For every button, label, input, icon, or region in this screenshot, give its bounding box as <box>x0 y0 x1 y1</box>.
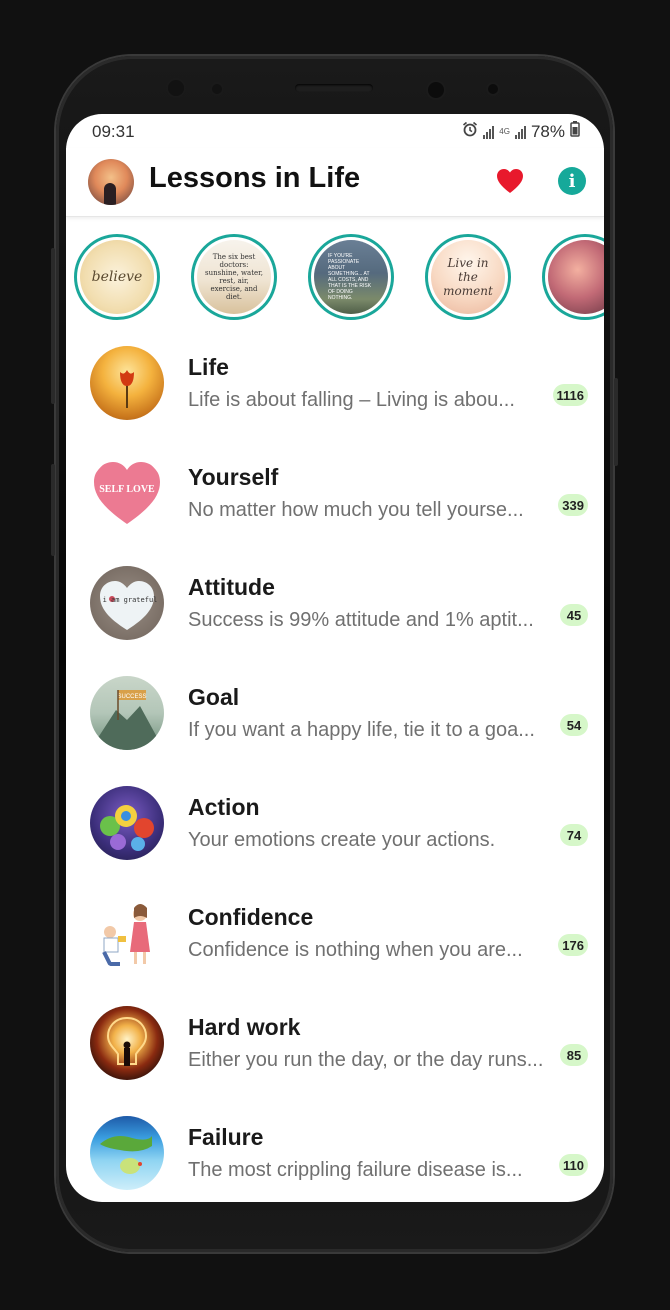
app-bar: Lessons in Life i <box>66 148 604 217</box>
category-quote: If you want a happy life, tie it to a go… <box>188 719 535 741</box>
story-item[interactable] <box>542 234 604 320</box>
network-type: 4G <box>499 126 510 136</box>
volume-button <box>51 248 55 404</box>
list-item[interactable]: Life Life is about falling – Living is a… <box>66 334 604 444</box>
list-item[interactable]: Action Your emotions create your actions… <box>66 774 604 884</box>
category-title: Action <box>188 794 260 820</box>
list-item[interactable]: Hard work Either you run the day, or the… <box>66 994 604 1104</box>
count-badge: 1116 <box>552 384 588 406</box>
category-title: Hard work <box>188 1014 301 1040</box>
count-badge: 54 <box>560 714 588 736</box>
app-title: Lessons in Life <box>149 162 361 194</box>
category-title: Failure <box>188 1124 264 1150</box>
earpiece-speaker <box>295 84 373 92</box>
category-title: Goal <box>188 684 240 710</box>
thumb-label: SUCCESS <box>117 694 146 700</box>
signal-icon <box>514 125 526 139</box>
category-thumbnail: i am grateful <box>90 566 164 640</box>
story-label: Live in the moment <box>443 256 493 298</box>
category-thumbnail <box>90 1116 164 1190</box>
category-quote: Your emotions create your actions. <box>188 829 496 851</box>
count-badge: 45 <box>560 604 588 626</box>
sensor-icon <box>168 80 184 96</box>
count-badge: 74 <box>560 824 588 846</box>
category-title: Life <box>188 354 229 380</box>
info-button[interactable]: i <box>558 167 586 195</box>
list-item[interactable]: Confidence Confidence is nothing when yo… <box>66 884 604 994</box>
stories-carousel[interactable]: believe The six best doctors: sunshine, … <box>66 224 604 324</box>
sensor-icon <box>488 84 498 94</box>
thumb-label: SELF LOVE <box>99 484 155 495</box>
story-label: believe <box>91 269 143 285</box>
app-logo <box>88 159 134 205</box>
category-quote: The most crippling failure disease is... <box>188 1159 523 1181</box>
story-item[interactable]: Live in the moment <box>425 234 511 320</box>
category-quote: Life is about falling – Living is abou..… <box>188 389 515 411</box>
bixby-button <box>51 464 55 556</box>
island-icon <box>100 1136 152 1174</box>
category-thumbnail: SELF LOVE <box>90 456 164 530</box>
lightbulb-icon <box>106 1016 148 1066</box>
category-quote: Confidence is nothing when you are... <box>188 939 523 961</box>
mountain-flag-icon: SUCCESS <box>90 690 164 750</box>
count-badge: 85 <box>560 1044 588 1066</box>
story-label: IF YOU'RE PASSIONATE ABOUT SOMETHING... … <box>328 253 372 301</box>
category-title: Yourself <box>188 464 279 490</box>
list-item[interactable]: SELF LOVE Yourself No matter how much yo… <box>66 444 604 554</box>
power-button <box>614 378 618 466</box>
category-title: Confidence <box>188 904 314 930</box>
story-label: The six best doctors: sunshine, water, r… <box>205 253 263 301</box>
story-item[interactable]: believe <box>74 234 160 320</box>
count-badge: 176 <box>558 934 588 956</box>
battery-icon <box>570 121 580 142</box>
story-item[interactable]: IF YOU'RE PASSIONATE ABOUT SOMETHING... … <box>308 234 394 320</box>
characters-icon <box>100 805 154 851</box>
thumb-label: i am grateful <box>103 596 158 604</box>
status-bar: 09:31 4G 78% <box>66 114 604 148</box>
count-badge: 110 <box>559 1154 588 1176</box>
category-thumbnail <box>90 786 164 860</box>
sensor-icon <box>212 84 222 94</box>
signal-icon <box>483 125 495 139</box>
proposal-couple-icon <box>102 904 150 966</box>
heart-tag-icon: i am grateful <box>100 581 158 630</box>
favorites-button[interactable] <box>494 165 526 197</box>
app-screen: 09:31 4G 78% Lessons in Life i believe T… <box>66 114 604 1202</box>
count-badge: 339 <box>558 494 588 516</box>
status-time: 09:31 <box>92 122 135 141</box>
front-camera-icon <box>428 82 444 98</box>
category-quote: No matter how much you tell yourse... <box>188 499 524 521</box>
category-title: Attitude <box>188 574 275 600</box>
list-item[interactable]: i am grateful Attitude Success is 99% at… <box>66 554 604 664</box>
category-thumbnail <box>90 896 164 970</box>
category-thumbnail <box>90 1006 164 1080</box>
category-quote: Success is 99% attitude and 1% aptit... <box>188 609 534 631</box>
tulip-icon <box>120 370 134 408</box>
list-item[interactable]: Failure The most crippling failure disea… <box>66 1104 604 1202</box>
alarm-icon <box>462 121 478 142</box>
category-thumbnail <box>90 346 164 420</box>
battery-percent: 78% <box>530 121 565 141</box>
heart-icon <box>497 169 523 193</box>
story-item[interactable]: The six best doctors: sunshine, water, r… <box>191 234 277 320</box>
info-icon: i <box>568 170 576 192</box>
heart-icon: SELF LOVE <box>94 462 160 524</box>
status-icons: 4G 78% <box>462 121 580 142</box>
category-quote: Either you run the day, or the day runs.… <box>188 1049 544 1071</box>
list-item[interactable]: SUCCESS Goal If you want a happy life, t… <box>66 664 604 774</box>
category-thumbnail: SUCCESS <box>90 676 164 750</box>
